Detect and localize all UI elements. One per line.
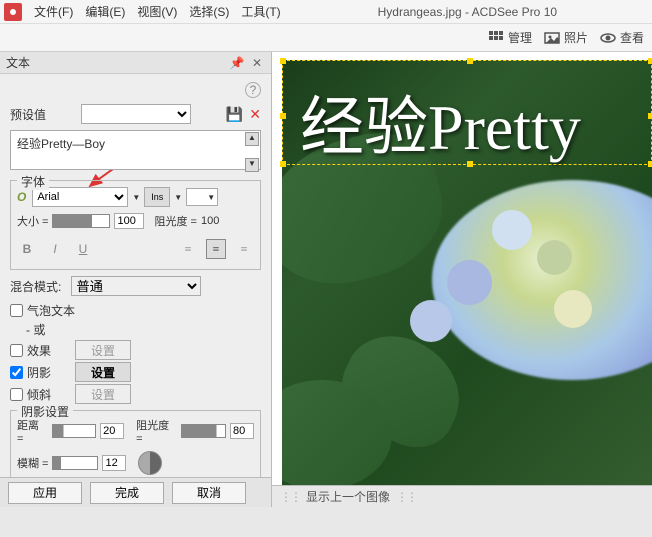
opacity-value: 100 <box>201 215 219 227</box>
grip-icon: ⋮⋮ <box>280 490 300 504</box>
selection-box[interactable] <box>282 60 652 165</box>
handle-bm[interactable] <box>467 161 473 167</box>
bold-button[interactable]: B <box>17 239 37 259</box>
shadow-checkbox[interactable] <box>10 366 23 379</box>
apply-button[interactable]: 应用 <box>8 482 82 504</box>
photo-button[interactable]: 照片 <box>544 29 588 46</box>
menu-edit[interactable]: 编辑(E) <box>79 3 131 20</box>
handle-mr[interactable] <box>648 113 652 119</box>
or-label: - 或 <box>26 321 261 338</box>
shadow-opacity-value[interactable] <box>230 423 254 439</box>
color-picker[interactable]: ▼ <box>186 188 218 206</box>
skew-label: 倾斜 <box>27 386 51 403</box>
save-preset-icon[interactable]: 💾 <box>226 106 243 123</box>
handle-tl[interactable] <box>280 58 286 64</box>
view-button[interactable]: 查看 <box>600 29 644 46</box>
preset-select[interactable] <box>81 104 191 124</box>
window-title: Hydrangeas.jpg - ACDSee Pro 10 <box>287 5 648 19</box>
scroll-up-icon[interactable]: ▲ <box>245 132 259 146</box>
panel-header: 文本 📌 ✕ <box>0 52 271 74</box>
menu-select[interactable]: 选择(S) <box>183 3 235 20</box>
grid-icon <box>488 30 504 46</box>
handle-bl[interactable] <box>280 161 286 167</box>
align-right-button[interactable]: ≡ <box>234 239 254 259</box>
delete-preset-icon[interactable]: ✕ <box>249 106 261 123</box>
skew-settings-button[interactable]: 设置 <box>75 384 131 404</box>
text-input[interactable]: 经验Pretty—Boy <box>10 130 261 170</box>
preset-label: 预设值 <box>10 106 46 123</box>
size-label: 大小 = <box>17 213 48 229</box>
blur-slider[interactable] <box>52 456 98 470</box>
distance-value[interactable] <box>100 423 124 439</box>
handle-tr[interactable] <box>648 58 652 64</box>
photo-label: 照片 <box>564 29 588 46</box>
distance-label: 距离 = <box>17 417 48 445</box>
shadow-opacity-label: 阻光度 = <box>136 417 177 445</box>
blend-select[interactable]: 普通 <box>71 276 201 296</box>
grip-icon-2: ⋮⋮ <box>396 490 416 504</box>
manage-label: 管理 <box>508 29 532 46</box>
close-icon[interactable]: ✕ <box>249 55 265 71</box>
eye-icon <box>600 30 616 46</box>
manage-button[interactable]: 管理 <box>488 29 532 46</box>
pin-icon[interactable]: 📌 <box>229 55 245 71</box>
italic-button[interactable]: I <box>45 239 65 259</box>
menu-view[interactable]: 视图(V) <box>131 3 183 20</box>
help-icon[interactable]: ? <box>245 82 261 98</box>
direction-dial[interactable] <box>138 451 162 475</box>
skew-checkbox[interactable] <box>10 388 23 401</box>
blend-label: 混合模式: <box>10 278 61 295</box>
blur-value[interactable] <box>102 455 126 471</box>
size-slider[interactable] <box>52 214 110 228</box>
underline-button[interactable]: U <box>73 239 93 259</box>
align-center-button[interactable]: ≡ <box>206 239 226 259</box>
shadow-settings-legend: 阴影设置 <box>17 403 73 420</box>
effect-checkbox[interactable] <box>10 344 23 357</box>
blur-label: 模糊 = <box>17 455 48 471</box>
text-panel: 文本 📌 ✕ ? 预设值 💾 ✕ 经验Pretty—Boy ▲ <box>0 52 272 507</box>
menu-file[interactable]: 文件(F) <box>28 3 79 20</box>
app-icon <box>4 3 22 21</box>
canvas-footer: ⋮⋮ 显示上一个图像 ⋮⋮ <box>272 485 652 507</box>
shadow-label: 阴影 <box>27 364 51 381</box>
handle-ml[interactable] <box>280 113 286 119</box>
panel-title: 文本 <box>6 54 30 71</box>
font-type-icon: O <box>17 190 26 204</box>
menu-tools[interactable]: 工具(T) <box>235 3 286 20</box>
canvas: 经验Pretty ⋮⋮ 显示上一个图像 ⋮⋮ <box>272 52 652 507</box>
opacity-label: 阻光度 = <box>154 213 196 229</box>
shadow-settings-button[interactable]: 设置 <box>75 362 131 382</box>
scroll-down-icon[interactable]: ▼ <box>245 158 259 172</box>
bubble-label: 气泡文本 <box>27 302 75 319</box>
shadow-opacity-slider[interactable] <box>181 424 226 438</box>
bubble-checkbox[interactable] <box>10 304 23 317</box>
effect-settings-button[interactable]: 设置 <box>75 340 131 360</box>
effect-label: 效果 <box>27 342 51 359</box>
cancel-button[interactable]: 取消 <box>172 482 246 504</box>
align-left-button[interactable]: ≡ <box>178 239 198 259</box>
view-label: 查看 <box>620 29 644 46</box>
photo-icon <box>544 30 560 46</box>
handle-br[interactable] <box>648 161 652 167</box>
insert-button[interactable]: Ins <box>144 187 170 207</box>
font-select[interactable]: Arial <box>32 187 128 207</box>
toolbar: 管理 照片 查看 <box>0 24 652 52</box>
distance-slider[interactable] <box>52 424 97 438</box>
font-legend: 字体 <box>17 173 49 190</box>
done-button[interactable]: 完成 <box>90 482 164 504</box>
size-value[interactable] <box>114 213 144 229</box>
handle-tm[interactable] <box>467 58 473 64</box>
panel-footer: 应用 完成 取消 <box>0 477 271 507</box>
menubar: 文件(F) 编辑(E) 视图(V) 选择(S) 工具(T) Hydrangeas… <box>0 0 652 24</box>
prev-image-label[interactable]: 显示上一个图像 <box>306 488 390 505</box>
